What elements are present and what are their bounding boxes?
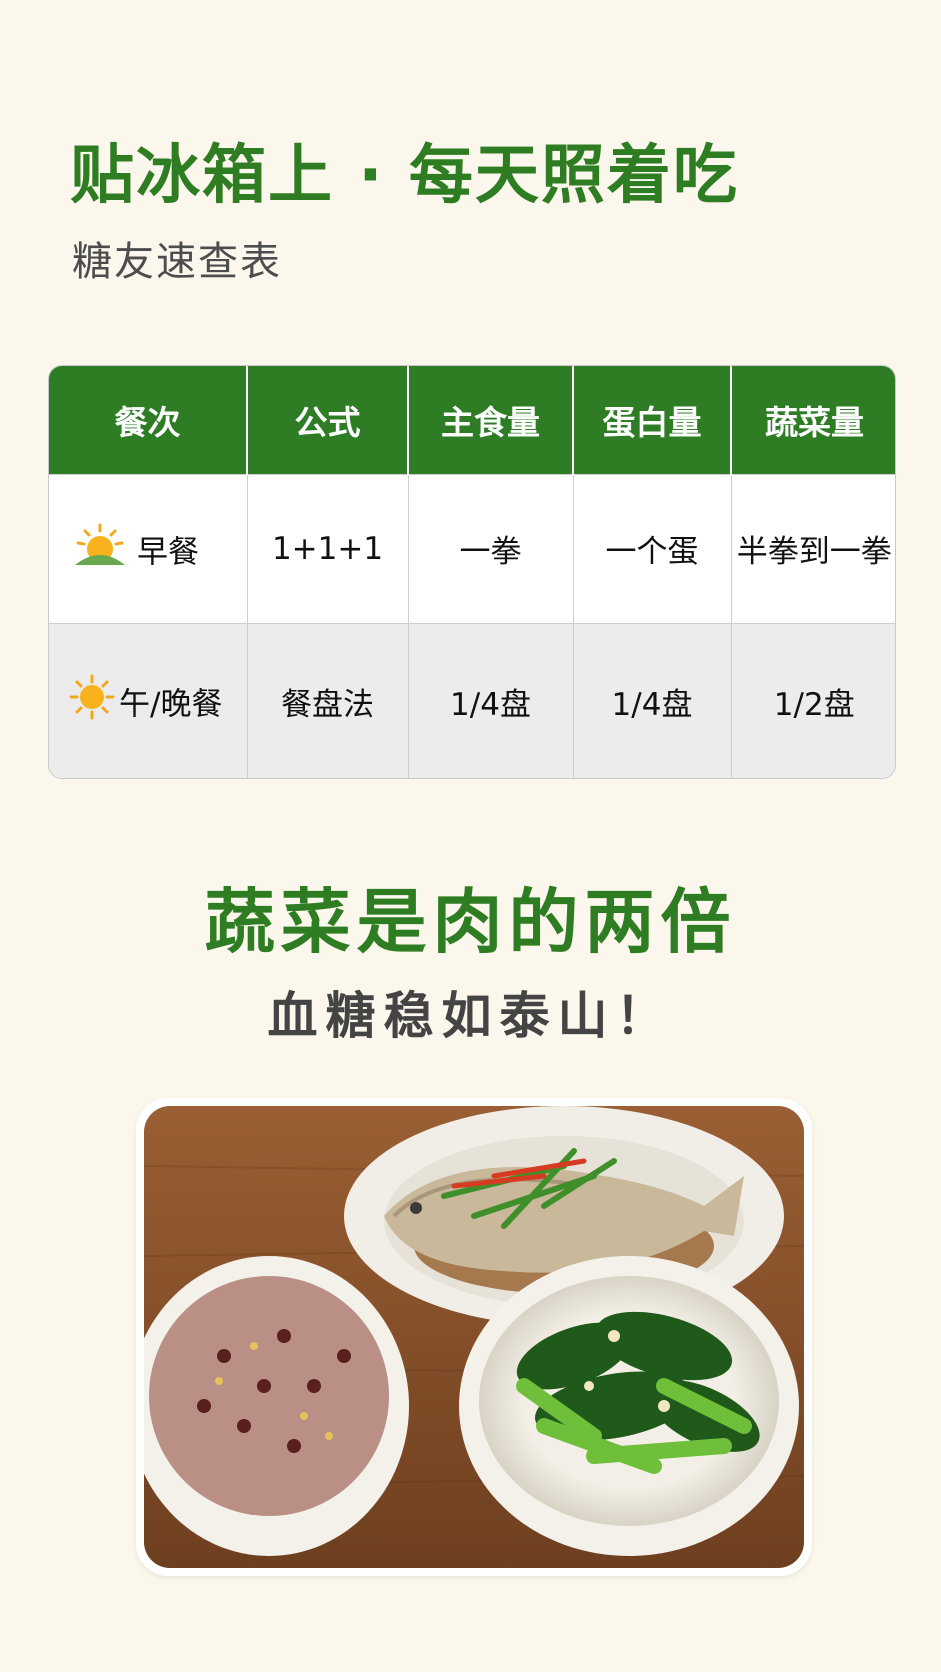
protein-cell: 1/4盘 — [573, 622, 732, 778]
meal-label: 午/晚餐 — [119, 686, 223, 723]
table-row: 午/晚餐 餐盘法 1/4盘 1/4盘 1/2盘 — [49, 622, 895, 778]
meal-label: 早餐 — [137, 534, 199, 570]
meal-photo — [136, 1098, 812, 1576]
meal-cell: 早餐 — [49, 473, 248, 623]
header-staple: 主食量 — [408, 366, 574, 474]
staple-cell: 1/4盘 — [408, 622, 574, 778]
sun-icon — [69, 674, 115, 728]
slogan-sub: 血糖稳如泰山！ — [267, 987, 674, 1045]
quick-reference-table: 餐次 公式 主食量 蛋白量 蔬菜量 早餐 1+1+1 一拳 一个蛋 半拳到一拳 … — [48, 365, 896, 779]
meal-cell: 午/晚餐 — [49, 622, 248, 778]
formula-cell: 1+1+1 — [247, 473, 409, 623]
table-header-row: 餐次 公式 主食量 蛋白量 蔬菜量 — [49, 366, 895, 474]
protein-cell: 一个蛋 — [573, 473, 732, 623]
header-protein: 蛋白量 — [573, 366, 732, 474]
header-meal: 餐次 — [49, 366, 248, 474]
staple-cell: 一拳 — [408, 473, 574, 623]
vegetable-cell: 半拳到一拳 — [731, 473, 895, 623]
formula-cell: 餐盘法 — [247, 622, 409, 778]
header-formula: 公式 — [247, 366, 409, 474]
page-subtitle: 糖友速查表 — [72, 239, 282, 285]
meal-illustration — [144, 1106, 804, 1568]
table-row: 早餐 1+1+1 一拳 一个蛋 半拳到一拳 — [49, 473, 895, 623]
page-title: 贴冰箱上 · 每天照着吃 — [70, 139, 739, 213]
header-vegetable: 蔬菜量 — [731, 366, 895, 474]
sunrise-icon — [73, 523, 127, 575]
vegetable-cell: 1/2盘 — [731, 622, 895, 778]
slogan-main: 蔬菜是肉的两倍 — [204, 881, 737, 963]
